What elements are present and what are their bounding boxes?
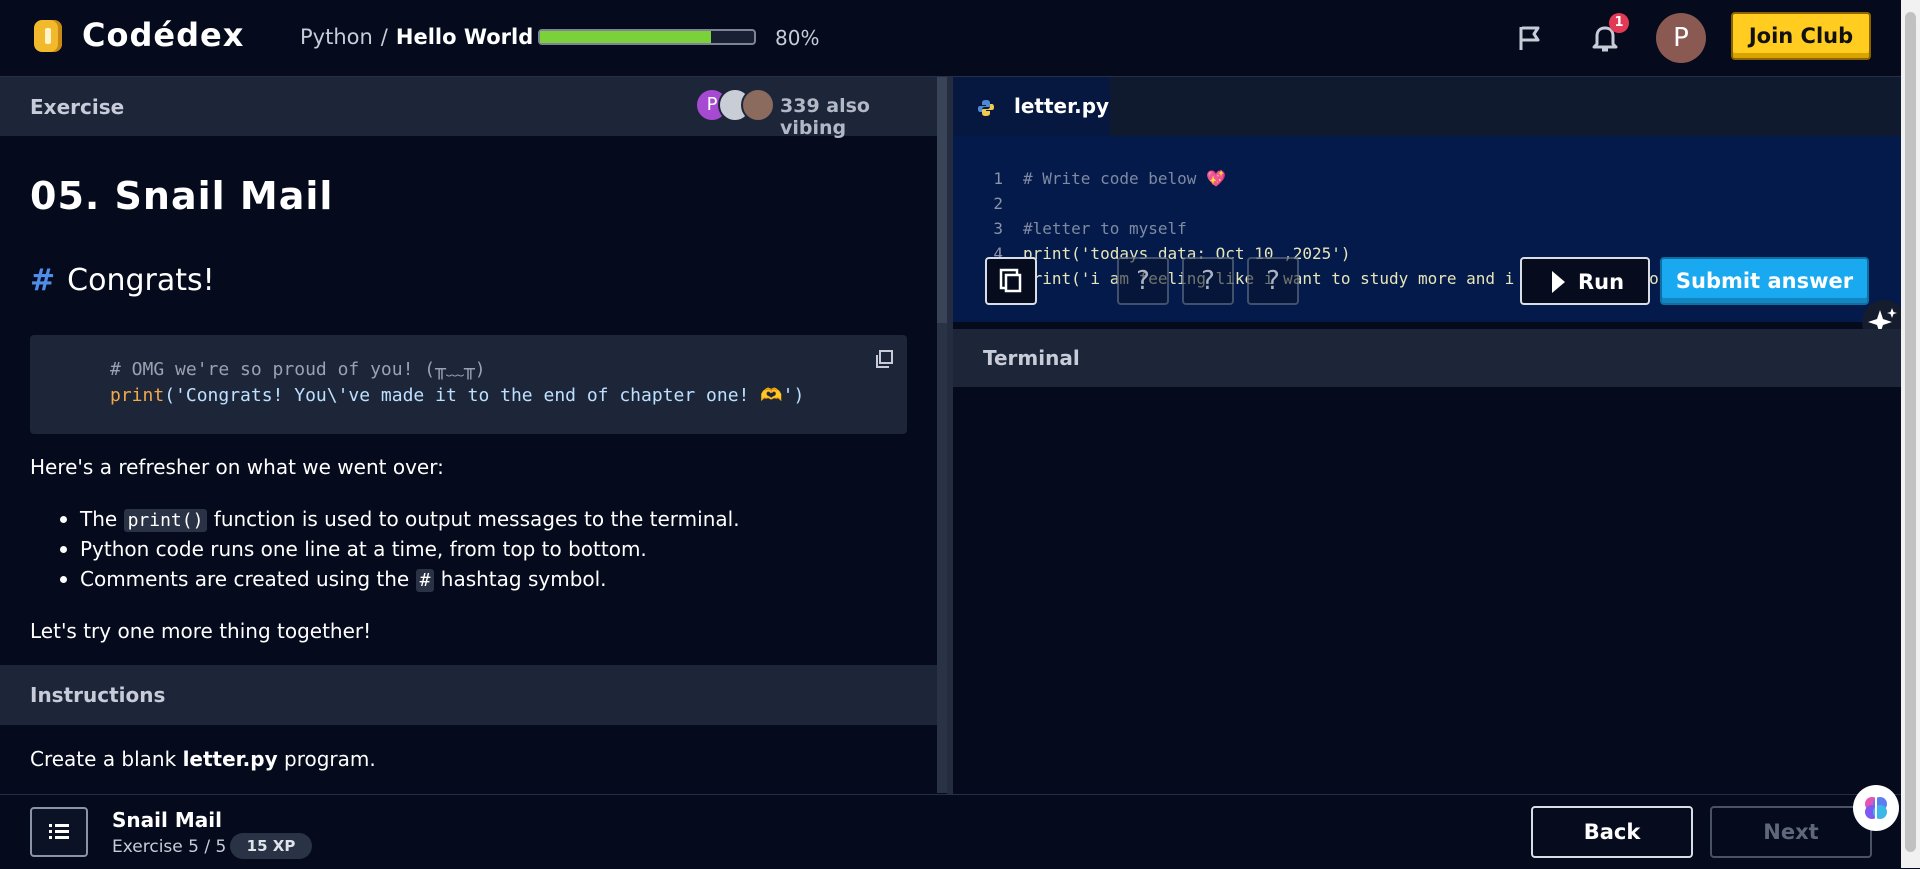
line-text[interactable]: # Write code below 💖 (1023, 168, 1226, 190)
left-panel-scroll-thumb[interactable] (937, 77, 947, 323)
list-icon (49, 824, 69, 839)
run-label: Run (1578, 270, 1625, 294)
logo-text[interactable]: Codédex (82, 16, 244, 54)
bullet-text: The (80, 507, 124, 531)
line-number: 1 (993, 169, 1003, 188)
exercise-subtitle: # Congrats! (30, 263, 215, 298)
join-club-button[interactable]: Join Club (1731, 12, 1871, 60)
breadcrumb-lesson[interactable]: Hello World (396, 25, 533, 49)
inline-code: print() (123, 509, 208, 532)
try-text: Let's try one more thing together! (30, 619, 372, 643)
line-number: 2 (993, 194, 1003, 213)
list-item: Comments are created using the # hashtag… (60, 564, 740, 594)
brain-icon (1865, 797, 1887, 819)
play-icon (1552, 271, 1565, 293)
bottom-bar: Snail Mail Exercise 5 / 5 15 XP Back Nex… (0, 794, 1901, 869)
python-icon (978, 100, 994, 116)
code-editor[interactable]: letter.py 1 # Write code below 💖 2 3 #lett… (953, 77, 1901, 322)
top-nav: Codédex Python / Hello World 80% 1 P Join … (0, 0, 1901, 77)
subtitle-hash: # (30, 263, 56, 298)
instruction-post: program. (277, 747, 376, 771)
user-avatar[interactable]: P (1656, 13, 1706, 63)
breadcrumb-separator: / (380, 25, 388, 49)
flag-icon[interactable] (1516, 24, 1544, 52)
copy-icon[interactable] (874, 349, 894, 369)
terminal-header: Terminal (953, 329, 1901, 387)
notification-badge: 1 (1609, 13, 1629, 33)
instructions-header-label: Instructions (30, 683, 166, 707)
instructions-header: Instructions (0, 665, 937, 725)
code-example: # OMG we're so proud of you! (╥﹏╥) print… (30, 335, 907, 434)
next-button[interactable]: Next (1710, 806, 1872, 858)
instruction-text: Create a blank letter.py program. (30, 747, 376, 771)
refresher-text: Here's a refresher on what we went over: (30, 455, 444, 479)
submit-answer-button[interactable]: Submit answer (1660, 257, 1869, 305)
list-item: The print() function is used to output m… (60, 504, 740, 534)
page-scrollbar[interactable] (1901, 0, 1920, 868)
page-scroll-thumb[interactable] (1905, 12, 1916, 852)
terminal-header-label: Terminal (983, 346, 1080, 370)
breadcrumb: Python / Hello World (300, 25, 533, 49)
refresher-list: The print() function is used to output m… (60, 504, 740, 594)
duplicate-button[interactable] (985, 257, 1037, 305)
exercise-header-label: Exercise (30, 95, 125, 119)
editor-tabbar: letter.py (953, 77, 1901, 136)
hint-button-2[interactable]: ? (1182, 257, 1234, 305)
progress-fill (540, 31, 712, 43)
breadcrumb-course[interactable]: Python (300, 25, 373, 49)
hint-button-1[interactable]: ? (1117, 257, 1169, 305)
bullet-text: function is used to output messages to t… (207, 507, 740, 531)
coin-logo-icon[interactable] (34, 20, 62, 52)
subtitle-text: Congrats! (67, 263, 215, 298)
exercise-panel: Exercise P 339 also vibing 05. Snail Mai… (0, 77, 937, 794)
footer-exercise-count: Exercise 5 / 5 (112, 837, 227, 857)
exercise-header: Exercise P 339 also vibing (0, 77, 937, 139)
xp-badge: 15 XP (230, 833, 312, 859)
back-button[interactable]: Back (1531, 806, 1693, 858)
code-print-keyword: print (110, 385, 165, 406)
exercise-title: 05. Snail Mail (30, 174, 334, 218)
terminal-panel: Terminal (953, 329, 1901, 794)
bullet-text: Python code runs one line at a time, fro… (80, 537, 647, 561)
bullet-text: hashtag symbol. (434, 567, 607, 591)
line-number: 3 (993, 219, 1003, 238)
inline-code: # (415, 569, 435, 592)
footer-exercise-title: Snail Mail (112, 808, 222, 832)
code-print-args: ('Congrats! You\'ve made it to the end o… (164, 385, 805, 406)
exercise-menu-button[interactable] (30, 807, 88, 857)
tab-letter-py[interactable]: letter.py (953, 77, 1110, 136)
line-text[interactable]: #letter to myself (1023, 218, 1187, 240)
progress-bar (538, 29, 756, 45)
code-comment-line: # OMG we're so proud of you! (╥﹏╥) (110, 359, 486, 380)
run-button[interactable]: Run (1520, 257, 1650, 305)
vibing-count: 339 also vibing (780, 95, 870, 139)
vibing-avatar-3 (741, 88, 775, 122)
tab-label: letter.py (1014, 94, 1110, 118)
instruction-filename: letter.py (182, 747, 278, 771)
instruction-pre: Create a blank (30, 747, 183, 771)
code-print-line: print('Congrats! You\'ve made it to the … (110, 385, 804, 406)
progress-percent: 80% (775, 26, 820, 50)
list-item: Python code runs one line at a time, fro… (60, 534, 740, 564)
hint-button-3[interactable]: ? (1247, 257, 1299, 305)
brain-button[interactable] (1853, 785, 1899, 831)
bullet-text: Comments are created using the (80, 567, 416, 591)
duplicate-icon (999, 268, 1022, 293)
